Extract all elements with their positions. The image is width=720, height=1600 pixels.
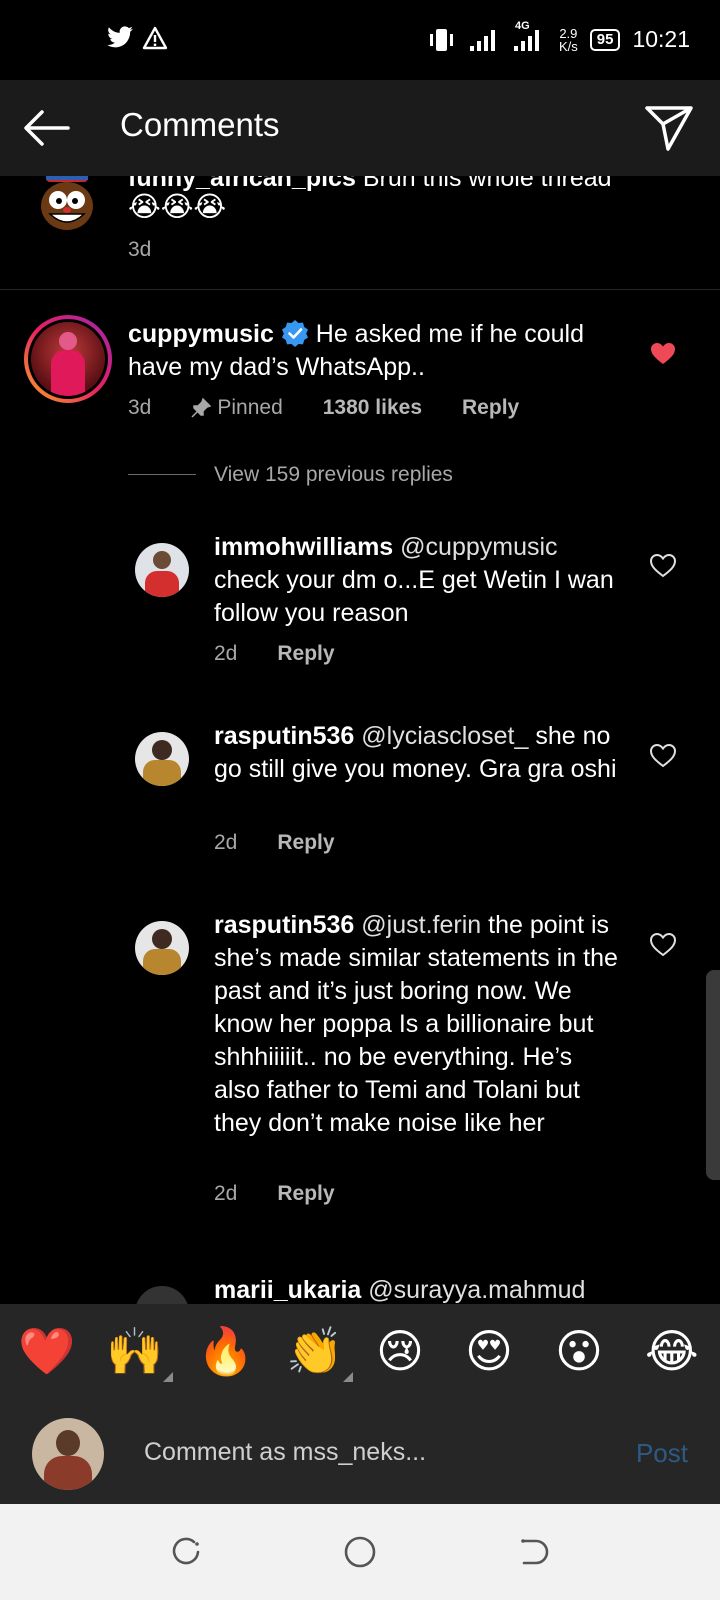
reply-username[interactable]: rasputin536	[214, 722, 354, 750]
clock: 10:21	[632, 26, 690, 52]
mention-link[interactable]: @surayya.mahmud	[368, 1276, 585, 1304]
reply-button[interactable]: Reply	[277, 1182, 334, 1206]
twitter-icon	[107, 26, 133, 48]
comment-username[interactable]: cuppymusic	[128, 320, 274, 348]
comment-text: cuppymusic He asked me if he could have …	[128, 320, 584, 381]
page-title: Comments	[120, 106, 280, 143]
reply-age: 2d	[214, 1182, 238, 1205]
network-speed: 2.9 K/s	[558, 25, 578, 54]
signal-4g-icon: 4G	[511, 20, 547, 52]
avatar	[32, 1418, 104, 1490]
avatar[interactable]	[135, 1286, 189, 1304]
mention-link[interactable]: @lyciascloset_	[361, 722, 528, 750]
reply-username[interactable]: immohwilliams	[214, 533, 393, 561]
avatar[interactable]	[135, 732, 189, 786]
comment-age: 3d	[128, 396, 152, 419]
emoji-reaction-bar: ❤️ 🙌 🔥 👏 😢 😍 😮 😂	[0, 1304, 720, 1404]
back-nav-icon[interactable]	[518, 1536, 550, 1568]
comment-age: 3d	[128, 238, 152, 261]
comment-emojis: 😭😭😭	[128, 191, 227, 222]
status-bar: 4G 2.9 K/s 95 10:21	[0, 0, 720, 80]
reply-text: rasputin536 @just.ferin the point is she…	[214, 911, 618, 1137]
verified-badge-icon	[281, 320, 308, 347]
vibrate-icon	[429, 28, 453, 51]
mention-link[interactable]: @cuppymusic	[400, 533, 557, 561]
avatar[interactable]	[135, 543, 189, 597]
reply-meta: 2d Reply	[214, 642, 335, 666]
reply-text: marii_ukaria @surayya.mahmud	[214, 1274, 624, 1304]
reply-button[interactable]: Reply	[277, 642, 334, 666]
heart-icon[interactable]	[650, 554, 676, 578]
heart-icon[interactable]	[650, 933, 676, 957]
emoji-raised-hands[interactable]: 🙌	[106, 1324, 174, 1382]
reply-age: 2d	[214, 642, 238, 665]
emoji-crying[interactable]: 😢	[376, 1324, 424, 1378]
view-replies-line	[128, 474, 196, 475]
emoji-clap[interactable]: 👏	[286, 1324, 354, 1382]
signal-icon	[469, 29, 495, 51]
reply-button[interactable]: Reply	[462, 396, 519, 420]
reply-meta: 2d Reply	[214, 1182, 335, 1206]
comment-meta: 3d Pinned 1380 likes Reply	[128, 396, 519, 420]
reply-meta: 2d Reply	[214, 831, 335, 855]
warning-icon	[142, 26, 168, 50]
view-previous-replies-button[interactable]: View 159 previous replies	[214, 463, 453, 487]
comment-input-bar: Comment as mss_neks... Post	[0, 1404, 720, 1504]
battery-indicator: 95	[589, 28, 621, 51]
emoji-heart-eyes[interactable]: 😍	[465, 1324, 513, 1378]
send-icon[interactable]	[644, 104, 694, 152]
divider	[0, 289, 720, 290]
heart-icon[interactable]	[650, 342, 676, 366]
pin-icon	[191, 398, 212, 418]
emoji-laughing[interactable]: 😂	[645, 1324, 699, 1378]
reply-age: 2d	[214, 831, 238, 854]
recent-apps-icon[interactable]	[170, 1536, 202, 1568]
scrollbar[interactable]	[706, 970, 720, 1180]
emoji-heart[interactable]: ❤️	[18, 1324, 75, 1378]
arrow-left-icon[interactable]	[22, 106, 72, 150]
likes-count[interactable]: 1380 likes	[323, 396, 422, 420]
post-button[interactable]: Post	[636, 1438, 688, 1469]
comment-input[interactable]: Comment as mss_neks...	[144, 1438, 426, 1467]
comment-meta: 3d	[128, 238, 151, 262]
app-header: Comments	[0, 80, 720, 176]
avatar[interactable]	[135, 921, 189, 975]
home-icon[interactable]	[343, 1535, 377, 1569]
navigation-bar	[0, 1504, 720, 1600]
heart-icon[interactable]	[650, 744, 676, 768]
reply-text: rasputin536 @lyciascloset_ she no go sti…	[214, 722, 617, 783]
reply-text: immohwilliams @cuppymusic check your dm …	[214, 533, 614, 627]
mention-link[interactable]: @just.ferin	[361, 911, 481, 939]
avatar[interactable]	[24, 315, 112, 403]
emoji-fire[interactable]: 🔥	[197, 1324, 254, 1378]
reply-username[interactable]: marii_ukaria	[214, 1276, 361, 1304]
reply-username[interactable]: rasputin536	[214, 911, 354, 939]
avatar[interactable]	[34, 176, 100, 236]
reply-button[interactable]: Reply	[277, 831, 334, 855]
comments-list[interactable]: funny_african_pics Brun this whole threa…	[0, 176, 720, 1304]
pinned-label: Pinned	[191, 396, 283, 420]
emoji-surprised[interactable]: 😮	[555, 1324, 603, 1378]
